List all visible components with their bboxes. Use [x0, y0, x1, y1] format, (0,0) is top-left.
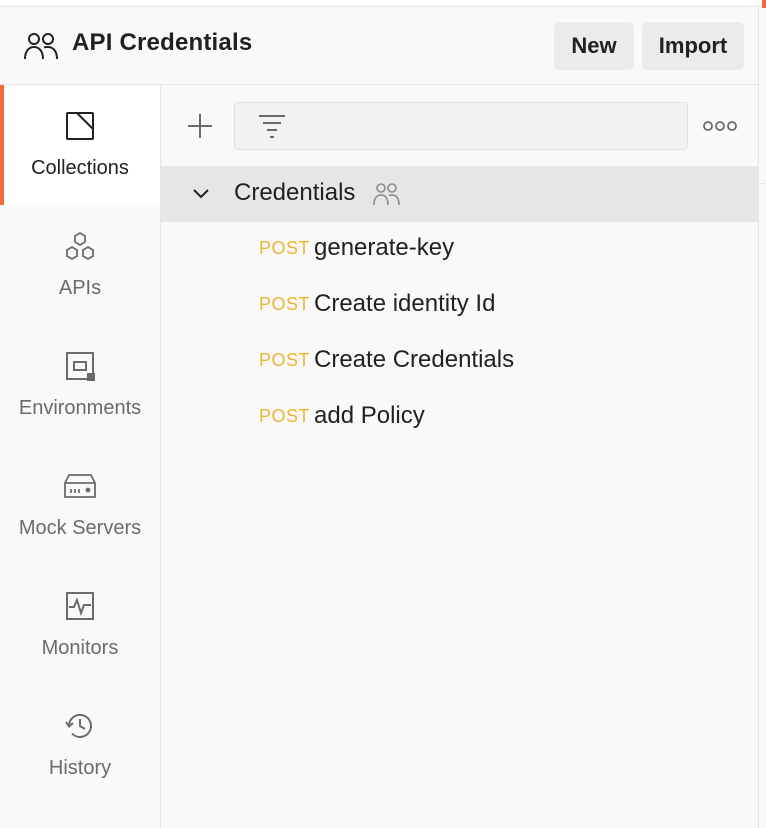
- collection-name: Credentials: [234, 179, 356, 206]
- environments-icon: [63, 349, 97, 383]
- request-row-add-policy[interactable]: POST add Policy: [161, 390, 758, 446]
- collections-icon: [63, 109, 97, 143]
- method-badge: POST: [259, 350, 311, 370]
- history-icon: [63, 709, 97, 743]
- sidebar-item-environments[interactable]: Environments: [0, 325, 160, 445]
- team-icon: [373, 183, 400, 206]
- more-icon[interactable]: [702, 115, 738, 137]
- apis-icon: [63, 229, 97, 263]
- sidebar-rail: Collections APIs Environments Mock Serve…: [0, 85, 161, 828]
- sidebar-item-label: Collections: [31, 157, 129, 179]
- sidebar-item-apis[interactable]: APIs: [0, 205, 160, 325]
- team-icon: [24, 33, 58, 60]
- sidebar-item-collections[interactable]: Collections: [0, 85, 160, 205]
- request-row-create-identity-id[interactable]: POST Create identity Id: [161, 278, 758, 334]
- workspace-header: API Credentials New Import: [0, 7, 758, 85]
- new-button[interactable]: New: [554, 22, 634, 70]
- request-name: Create identity Id: [314, 290, 496, 317]
- sidebar-item-history[interactable]: History: [0, 685, 160, 805]
- workspace-title: API Credentials: [72, 29, 253, 56]
- request-name: Create Credentials: [314, 346, 515, 373]
- sidebar-item-monitors[interactable]: Monitors: [0, 565, 160, 685]
- collection-row-credentials[interactable]: Credentials: [161, 166, 758, 222]
- mock-servers-icon: [63, 469, 97, 503]
- request-row-generate-key[interactable]: POST generate-key: [161, 222, 758, 278]
- sidebar-item-label: Monitors: [41, 637, 119, 659]
- sidebar-item-label: Environments: [18, 397, 142, 419]
- method-badge: POST: [259, 406, 311, 426]
- import-button[interactable]: Import: [642, 22, 744, 70]
- request-name: generate-key: [314, 234, 455, 261]
- monitors-icon: [63, 589, 97, 623]
- accent-marker: [762, 0, 766, 8]
- filter-search-box[interactable]: [234, 102, 688, 151]
- sidebar-item-mock-servers[interactable]: Mock Servers: [0, 445, 160, 565]
- request-row-create-credentials[interactable]: POST Create Credentials: [161, 334, 758, 390]
- method-badge: POST: [259, 294, 311, 314]
- panel-edge-line: [759, 183, 766, 184]
- filter-input[interactable]: [299, 103, 683, 151]
- window-top-edge: [0, 0, 766, 7]
- method-badge: POST: [259, 238, 311, 258]
- sidebar-item-label: History: [48, 757, 112, 779]
- filter-icon: [259, 115, 285, 138]
- plus-icon[interactable]: [185, 111, 215, 141]
- panel-divider: [758, 6, 759, 828]
- collections-toolbar: [161, 85, 758, 165]
- request-name: add Policy: [314, 402, 425, 429]
- chevron-down-icon[interactable]: [191, 185, 211, 203]
- sidebar-item-label: APIs: [58, 277, 102, 299]
- sidebar-item-label: Mock Servers: [18, 517, 142, 539]
